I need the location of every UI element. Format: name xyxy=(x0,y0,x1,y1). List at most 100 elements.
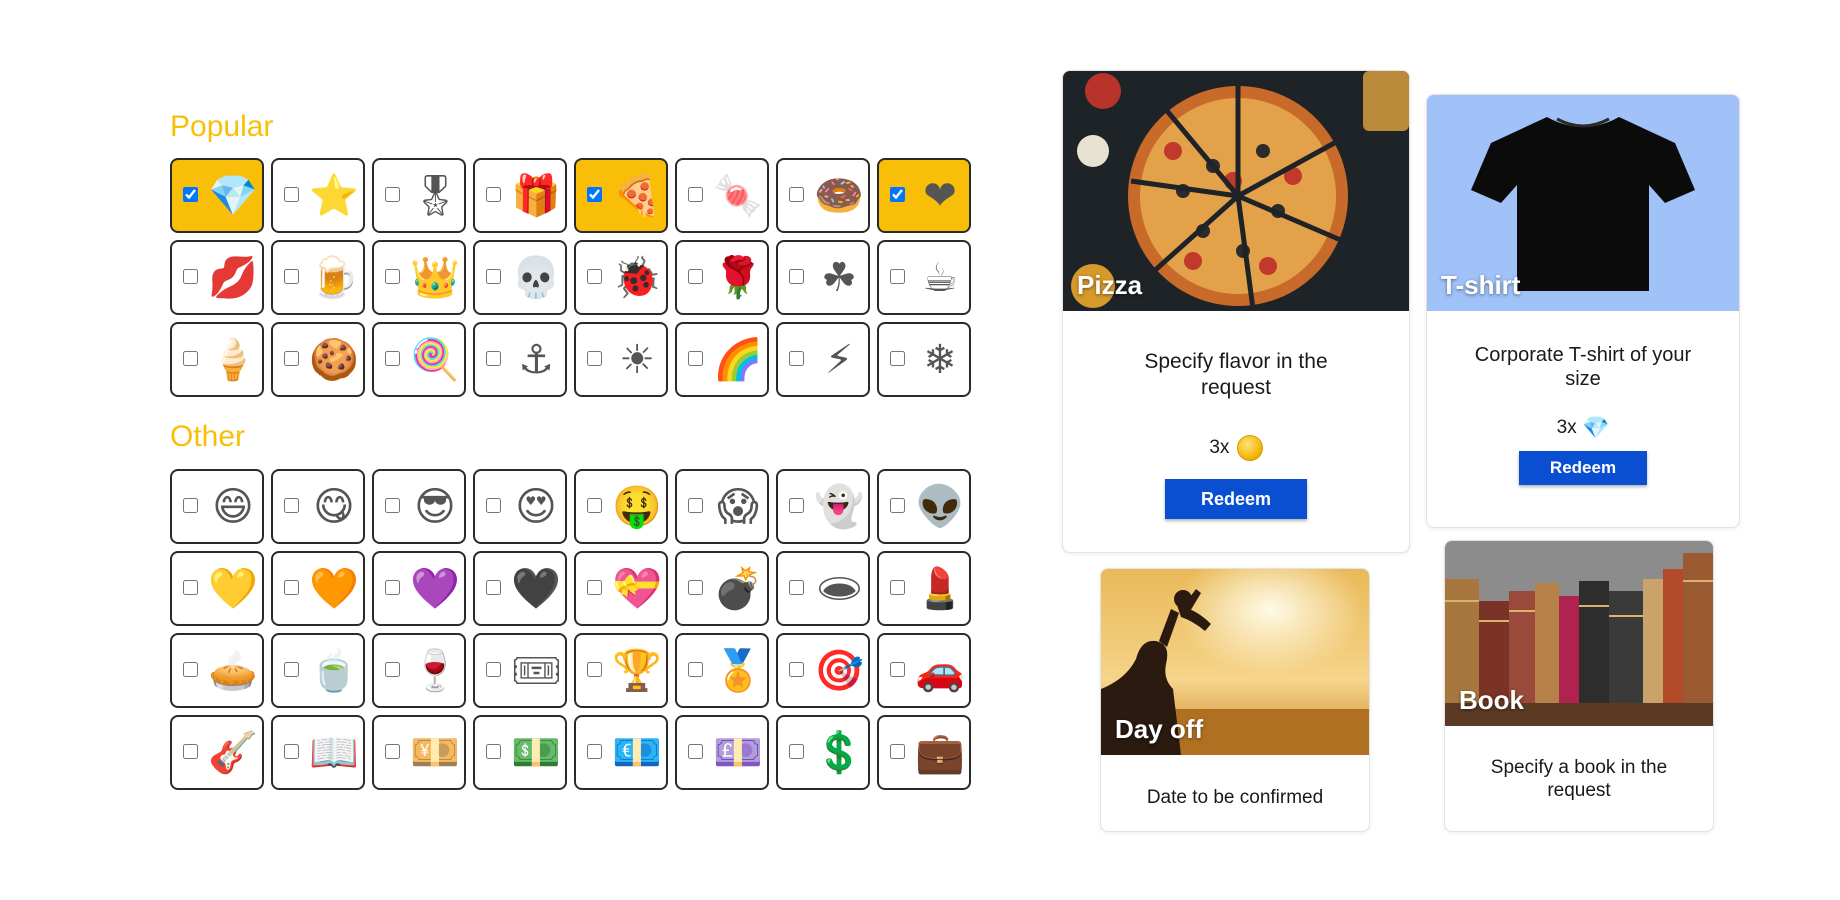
badge-tile[interactable]: 💣 xyxy=(675,551,769,626)
badge-checkbox[interactable] xyxy=(587,662,602,677)
badge-checkbox[interactable] xyxy=(587,498,602,513)
badge-checkbox[interactable] xyxy=(890,498,905,513)
badge-tile[interactable]: 💵 xyxy=(473,715,567,790)
badge-checkbox[interactable] xyxy=(789,187,804,202)
badge-checkbox[interactable] xyxy=(183,269,198,284)
badge-tile[interactable]: 🎁 xyxy=(473,158,567,233)
badge-tile[interactable]: 🕳 xyxy=(776,551,870,626)
badge-tile[interactable]: ❄ xyxy=(877,322,971,397)
badge-tile[interactable]: 🍭 xyxy=(372,322,466,397)
badge-tile[interactable]: 🍵 xyxy=(271,633,365,708)
badge-tile[interactable]: 🏅 xyxy=(675,633,769,708)
badge-checkbox[interactable] xyxy=(890,269,905,284)
badge-tile[interactable]: 💴 xyxy=(372,715,466,790)
badge-tile[interactable]: 🍷 xyxy=(372,633,466,708)
badge-checkbox[interactable] xyxy=(486,744,501,759)
badge-checkbox[interactable] xyxy=(284,498,299,513)
badge-checkbox[interactable] xyxy=(486,269,501,284)
badge-checkbox[interactable] xyxy=(183,351,198,366)
badge-tile[interactable]: 😍 xyxy=(473,469,567,544)
badge-checkbox[interactable] xyxy=(890,187,905,202)
badge-checkbox[interactable] xyxy=(688,498,703,513)
badge-tile[interactable]: 📖 xyxy=(271,715,365,790)
badge-checkbox[interactable] xyxy=(385,744,400,759)
badge-checkbox[interactable] xyxy=(587,269,602,284)
badge-tile[interactable]: 🎖 xyxy=(372,158,466,233)
badge-checkbox[interactable] xyxy=(284,744,299,759)
badge-checkbox[interactable] xyxy=(385,662,400,677)
badge-tile[interactable]: 💲 xyxy=(776,715,870,790)
badge-tile[interactable]: 👻 xyxy=(776,469,870,544)
badge-checkbox[interactable] xyxy=(789,744,804,759)
badge-checkbox[interactable] xyxy=(183,187,198,202)
badge-tile[interactable]: 😋 xyxy=(271,469,365,544)
badge-tile[interactable]: ☕ xyxy=(877,240,971,315)
pizza-redeem-button[interactable]: Redeem xyxy=(1165,479,1307,519)
tshirt-redeem-button[interactable]: Redeem xyxy=(1519,451,1647,485)
badge-checkbox[interactable] xyxy=(284,269,299,284)
badge-tile[interactable]: 💀 xyxy=(473,240,567,315)
badge-tile[interactable]: 💎 xyxy=(170,158,264,233)
badge-tile[interactable]: 💝 xyxy=(574,551,668,626)
badge-checkbox[interactable] xyxy=(183,580,198,595)
badge-tile[interactable]: 😎 xyxy=(372,469,466,544)
badge-tile[interactable]: 😱 xyxy=(675,469,769,544)
badge-tile[interactable]: 👽 xyxy=(877,469,971,544)
badge-checkbox[interactable] xyxy=(688,351,703,366)
badge-tile[interactable]: 🖤 xyxy=(473,551,567,626)
badge-checkbox[interactable] xyxy=(789,269,804,284)
badge-checkbox[interactable] xyxy=(688,187,703,202)
badge-tile[interactable]: 🍪 xyxy=(271,322,365,397)
badge-tile[interactable]: 🍦 xyxy=(170,322,264,397)
badge-checkbox[interactable] xyxy=(890,351,905,366)
badge-tile[interactable]: 💼 xyxy=(877,715,971,790)
badge-tile[interactable]: 🍺 xyxy=(271,240,365,315)
badge-tile[interactable]: 🤑 xyxy=(574,469,668,544)
badge-tile[interactable]: 🥧 xyxy=(170,633,264,708)
badge-checkbox[interactable] xyxy=(486,498,501,513)
badge-tile[interactable]: 😄 xyxy=(170,469,264,544)
badge-tile[interactable]: 🍩 xyxy=(776,158,870,233)
badge-checkbox[interactable] xyxy=(284,662,299,677)
badge-tile[interactable]: 🎸 xyxy=(170,715,264,790)
badge-checkbox[interactable] xyxy=(587,744,602,759)
badge-checkbox[interactable] xyxy=(385,351,400,366)
badge-checkbox[interactable] xyxy=(890,580,905,595)
badge-tile[interactable]: 🍬 xyxy=(675,158,769,233)
badge-checkbox[interactable] xyxy=(688,269,703,284)
badge-checkbox[interactable] xyxy=(587,351,602,366)
badge-checkbox[interactable] xyxy=(385,580,400,595)
badge-checkbox[interactable] xyxy=(789,580,804,595)
badge-tile[interactable]: ❤ xyxy=(877,158,971,233)
badge-checkbox[interactable] xyxy=(284,187,299,202)
badge-checkbox[interactable] xyxy=(890,744,905,759)
badge-checkbox[interactable] xyxy=(183,498,198,513)
badge-checkbox[interactable] xyxy=(385,187,400,202)
badge-checkbox[interactable] xyxy=(688,744,703,759)
badge-tile[interactable]: 🎯 xyxy=(776,633,870,708)
badge-tile[interactable]: ⭐ xyxy=(271,158,365,233)
badge-checkbox[interactable] xyxy=(688,580,703,595)
badge-tile[interactable]: 👑 xyxy=(372,240,466,315)
badge-checkbox[interactable] xyxy=(587,580,602,595)
badge-tile[interactable]: 💜 xyxy=(372,551,466,626)
badge-tile[interactable]: 🍕 xyxy=(574,158,668,233)
badge-checkbox[interactable] xyxy=(486,580,501,595)
badge-tile[interactable]: 💶 xyxy=(574,715,668,790)
badge-checkbox[interactable] xyxy=(789,498,804,513)
badge-checkbox[interactable] xyxy=(284,580,299,595)
badge-checkbox[interactable] xyxy=(486,351,501,366)
badge-checkbox[interactable] xyxy=(385,269,400,284)
badge-tile[interactable]: 💋 xyxy=(170,240,264,315)
badge-tile[interactable]: ☀ xyxy=(574,322,668,397)
badge-tile[interactable]: 💄 xyxy=(877,551,971,626)
badge-checkbox[interactable] xyxy=(789,662,804,677)
badge-checkbox[interactable] xyxy=(385,498,400,513)
badge-checkbox[interactable] xyxy=(284,351,299,366)
badge-tile[interactable]: 🏆 xyxy=(574,633,668,708)
badge-checkbox[interactable] xyxy=(486,187,501,202)
badge-checkbox[interactable] xyxy=(183,744,198,759)
badge-tile[interactable]: 💛 xyxy=(170,551,264,626)
badge-tile[interactable]: 🧡 xyxy=(271,551,365,626)
badge-tile[interactable]: 💷 xyxy=(675,715,769,790)
